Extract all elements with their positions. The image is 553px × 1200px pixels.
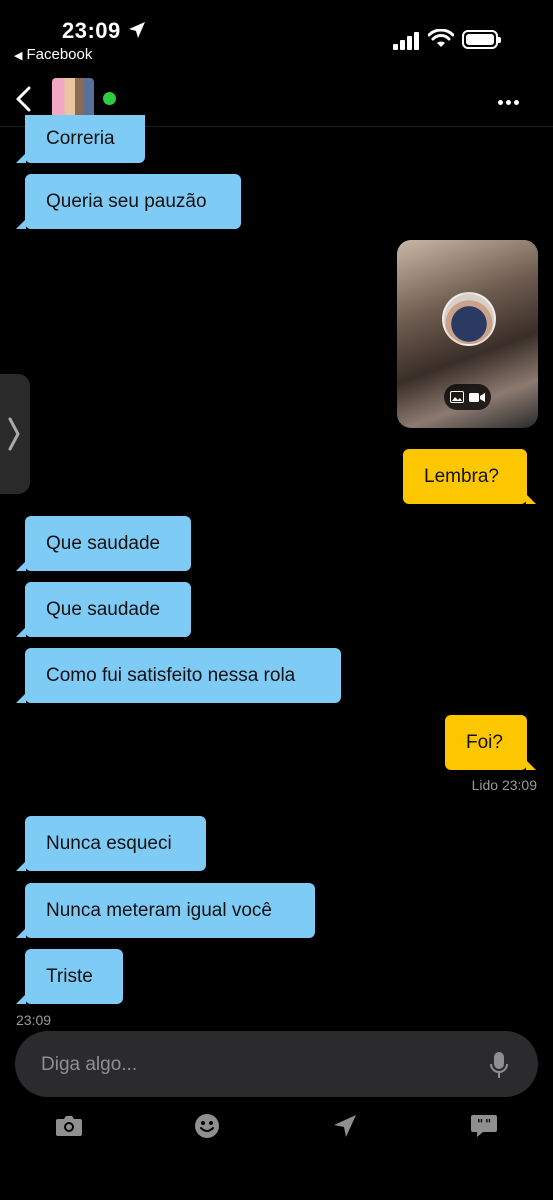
camera-icon[interactable] (55, 1113, 83, 1137)
photo-icon (450, 391, 464, 403)
incoming-message[interactable]: Queria seu pauzão (16, 174, 241, 229)
chevron-right-icon (8, 417, 20, 451)
cellular-signal-icon (393, 32, 419, 50)
outgoing-message[interactable]: Lembra? (403, 449, 536, 504)
photo-subject (442, 292, 496, 346)
battery-icon (462, 30, 501, 49)
incoming-message[interactable]: Correria (16, 115, 145, 163)
send-location-icon[interactable] (332, 1113, 358, 1139)
back-to-facebook-link[interactable]: ◀ Facebook (14, 46, 92, 63)
microphone-icon[interactable] (489, 1051, 509, 1079)
status-time: 23:09 (62, 18, 121, 43)
message-composer (15, 1031, 538, 1097)
message-timestamp: 23:09 (16, 1012, 52, 1028)
side-drawer-handle[interactable] (0, 374, 30, 494)
message-input[interactable] (39, 1049, 463, 1081)
incoming-message[interactable]: Triste (16, 949, 123, 1004)
video-icon (469, 392, 485, 402)
wifi-icon (428, 29, 454, 47)
back-triangle-icon: ◀ (14, 50, 23, 62)
chevron-left-icon[interactable] (14, 84, 34, 114)
smiley-icon[interactable] (194, 1113, 220, 1139)
outgoing-message[interactable]: Foi? (445, 715, 536, 770)
incoming-message[interactable]: Que saudade (16, 582, 191, 637)
svg-text:": " (485, 1117, 491, 1131)
svg-text:": " (477, 1117, 483, 1131)
media-type-badge (444, 384, 491, 410)
back-app-label: Facebook (26, 46, 93, 63)
more-options-button[interactable] (498, 92, 522, 110)
online-status-dot (103, 92, 116, 105)
contact-avatar[interactable] (52, 78, 94, 120)
incoming-message[interactable]: Nunca esqueci (16, 816, 206, 871)
outgoing-media-message[interactable] (397, 240, 538, 428)
read-receipt: Lido 23:09 (471, 777, 537, 793)
incoming-message[interactable]: Que saudade (16, 516, 191, 571)
quick-reply-bubbles-icon[interactable]: " " (470, 1113, 498, 1139)
incoming-message[interactable]: Como fui satisfeito nessa rola (16, 648, 341, 703)
incoming-message[interactable]: Nunca meteram igual você (16, 883, 315, 938)
location-arrow-icon (129, 22, 145, 38)
